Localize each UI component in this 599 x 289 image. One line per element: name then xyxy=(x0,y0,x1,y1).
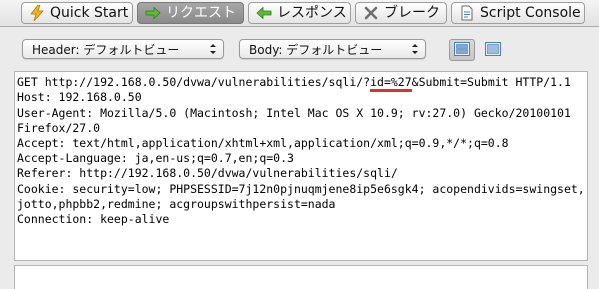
header-line: User-Agent: Mozilla/5.0 (Macintosh; Inte… xyxy=(17,106,571,120)
header-view-select[interactable]: Header: デフォルトビュー xyxy=(22,39,224,59)
split-view-icon xyxy=(454,41,470,60)
request-line: GET http://192.168.0.50/dvwa/vulnerabili… xyxy=(17,75,571,90)
tab-response[interactable]: レスポンス xyxy=(248,2,351,24)
header-line: Cookie: security=low; PHPSESSID=7j12n0pj… xyxy=(17,182,585,196)
split-view-button[interactable] xyxy=(449,39,475,61)
tab-script-console[interactable]: Script Console xyxy=(451,2,585,24)
request-header-editor[interactable]: GET http://192.168.0.50/dvwa/vulnerabili… xyxy=(14,71,588,261)
tab-request[interactable]: リクエスト xyxy=(137,2,244,24)
chevron-up-down-icon xyxy=(411,42,419,56)
arrow-right-icon xyxy=(144,4,162,22)
single-view-icon xyxy=(485,41,501,60)
single-view-button[interactable] xyxy=(480,39,506,61)
header-line: Referer: http://192.168.0.50/dvwa/vulner… xyxy=(17,166,398,180)
tab-label: リクエスト xyxy=(166,5,236,21)
lightning-icon xyxy=(28,4,46,22)
tab-label: ブレーク xyxy=(384,5,440,21)
cross-icon xyxy=(362,4,380,22)
tab-label: レスポンス xyxy=(277,5,347,21)
header-line: Connection: keep-alive xyxy=(17,212,170,226)
tab-break[interactable]: ブレーク xyxy=(355,2,447,24)
request-line-prefix: GET http://192.168.0.50/dvwa/vulnerabili… xyxy=(17,75,371,89)
tab-quick-start[interactable]: Quick Start xyxy=(21,2,133,24)
document-icon xyxy=(458,4,476,22)
header-line: Host: 192.168.0.50 xyxy=(17,90,142,104)
request-line-suffix: &Submit=Submit HTTP/1.1 xyxy=(411,75,571,89)
body-view-value: Body: デフォルトビュー xyxy=(249,42,383,57)
manual-request-editor-window: Quick Start リクエスト レスポンス ブレーク Script Cons… xyxy=(0,0,599,289)
tab-label: Quick Start xyxy=(50,5,129,21)
header-line: jotto,phpbb2,redmine; acgroupswithpersis… xyxy=(17,197,336,211)
highlighted-param: id=%27 xyxy=(370,75,412,89)
tab-label: Script Console xyxy=(480,5,581,21)
body-view-select[interactable]: Body: デフォルトビュー xyxy=(239,39,426,59)
error-underline xyxy=(370,89,412,92)
arrow-left-icon xyxy=(255,4,273,22)
tab-bar: Quick Start リクエスト レスポンス ブレーク Script Cons… xyxy=(0,0,599,27)
header-view-value: Header: デフォルトビュー xyxy=(32,42,180,57)
header-line: Firefox/27.0 xyxy=(17,121,101,135)
request-body-editor[interactable] xyxy=(14,265,588,289)
view-toolbar: Header: デフォルトビュー Body: デフォルトビュー xyxy=(0,27,599,71)
header-line: Accept: text/html,application/xhtml+xml,… xyxy=(17,136,509,150)
chevron-up-down-icon xyxy=(209,42,217,56)
header-line: Accept-Language: ja,en-us;q=0.7,en;q=0.3 xyxy=(17,151,294,165)
